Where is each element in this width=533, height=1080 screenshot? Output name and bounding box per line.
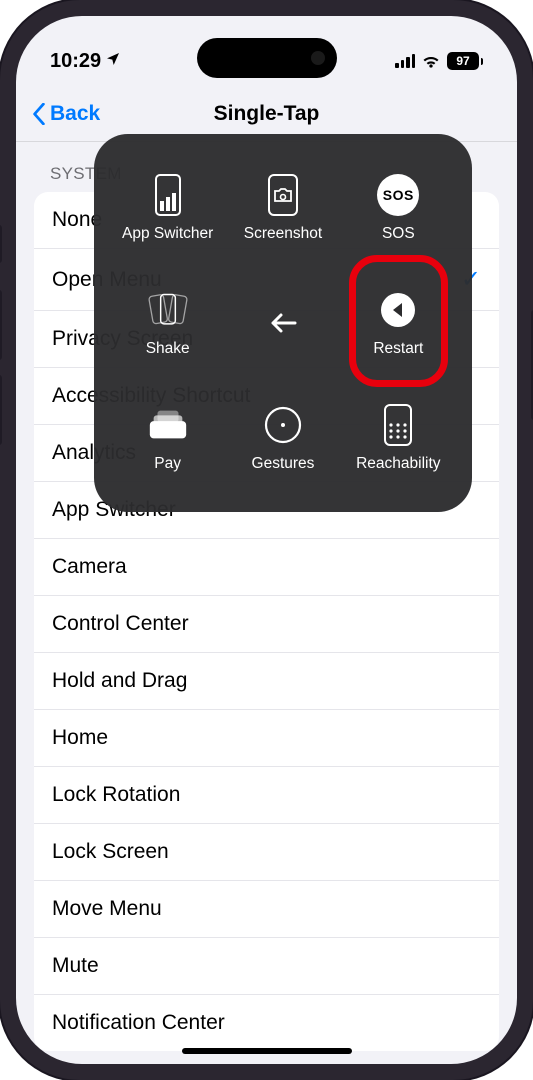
menu-apple-pay[interactable]: Pay: [110, 381, 225, 496]
menu-label: SOS: [382, 225, 415, 243]
menu-screenshot[interactable]: Screenshot: [225, 150, 340, 265]
menu-shake[interactable]: Shake: [110, 265, 225, 380]
list-item-label: Control Center: [52, 612, 189, 636]
app-switcher-icon: [146, 173, 190, 217]
menu-label: Screenshot: [244, 225, 322, 243]
menu-label: Restart: [373, 340, 423, 358]
screenshot-icon: [261, 173, 305, 217]
list-item-label: Mute: [52, 954, 99, 978]
cellular-icon: [395, 54, 415, 68]
menu-sos[interactable]: SOS SOS: [341, 150, 456, 265]
menu-back[interactable]: [225, 265, 340, 380]
menu-reachability[interactable]: Reachability: [341, 381, 456, 496]
side-button-volume-down: [0, 375, 2, 445]
menu-label: Gestures: [252, 455, 315, 473]
list-item[interactable]: Lock Screen: [34, 824, 499, 881]
menu-label: Shake: [146, 340, 190, 358]
chevron-left-icon: [32, 103, 46, 125]
battery-level: 97: [456, 54, 469, 68]
list-item[interactable]: Hold and Drag: [34, 653, 499, 710]
menu-restart[interactable]: Restart: [341, 265, 456, 380]
page-title: Single-Tap: [214, 102, 320, 126]
dynamic-island: [197, 38, 337, 78]
restart-icon: [376, 288, 420, 332]
wifi-icon: [421, 53, 441, 69]
list-item[interactable]: Notification Center: [34, 995, 499, 1051]
assistivetouch-menu[interactable]: App Switcher Screenshot SOS SOS: [94, 134, 472, 512]
screen: 10:29 97 Back: [16, 16, 517, 1064]
gestures-icon: [261, 403, 305, 447]
list-item[interactable]: Camera: [34, 539, 499, 596]
status-time: 10:29: [50, 50, 101, 73]
list-item[interactable]: Lock Rotation: [34, 767, 499, 824]
list-item-label: Lock Rotation: [52, 783, 180, 807]
list-item-label: Lock Screen: [52, 840, 169, 864]
list-item[interactable]: Move Menu: [34, 881, 499, 938]
location-icon: [105, 50, 121, 73]
list-item-label: Move Menu: [52, 897, 162, 921]
shake-icon: [146, 288, 190, 332]
list-item-label: Hold and Drag: [52, 669, 187, 693]
sos-icon: SOS: [376, 173, 420, 217]
side-button-volume-up: [0, 290, 2, 360]
back-arrow-icon: [261, 301, 305, 345]
menu-app-switcher[interactable]: App Switcher: [110, 150, 225, 265]
list-item-label: Camera: [52, 555, 127, 579]
back-button[interactable]: Back: [32, 102, 100, 126]
list-item-label: Notification Center: [52, 1011, 225, 1035]
list-item[interactable]: Mute: [34, 938, 499, 995]
home-indicator[interactable]: [182, 1048, 352, 1054]
list-item-label: Home: [52, 726, 108, 750]
menu-label: App Switcher: [122, 225, 213, 243]
side-button-silent: [0, 225, 2, 263]
list-item[interactable]: Control Center: [34, 596, 499, 653]
device-frame: 10:29 97 Back: [0, 0, 533, 1080]
apple-pay-icon: [146, 403, 190, 447]
menu-gestures[interactable]: Gestures: [225, 381, 340, 496]
menu-label: Reachability: [356, 455, 440, 473]
back-label: Back: [50, 102, 100, 126]
reachability-icon: [376, 403, 420, 447]
battery-icon: 97: [447, 52, 483, 70]
menu-label: Pay: [154, 455, 181, 473]
list-item[interactable]: Home: [34, 710, 499, 767]
